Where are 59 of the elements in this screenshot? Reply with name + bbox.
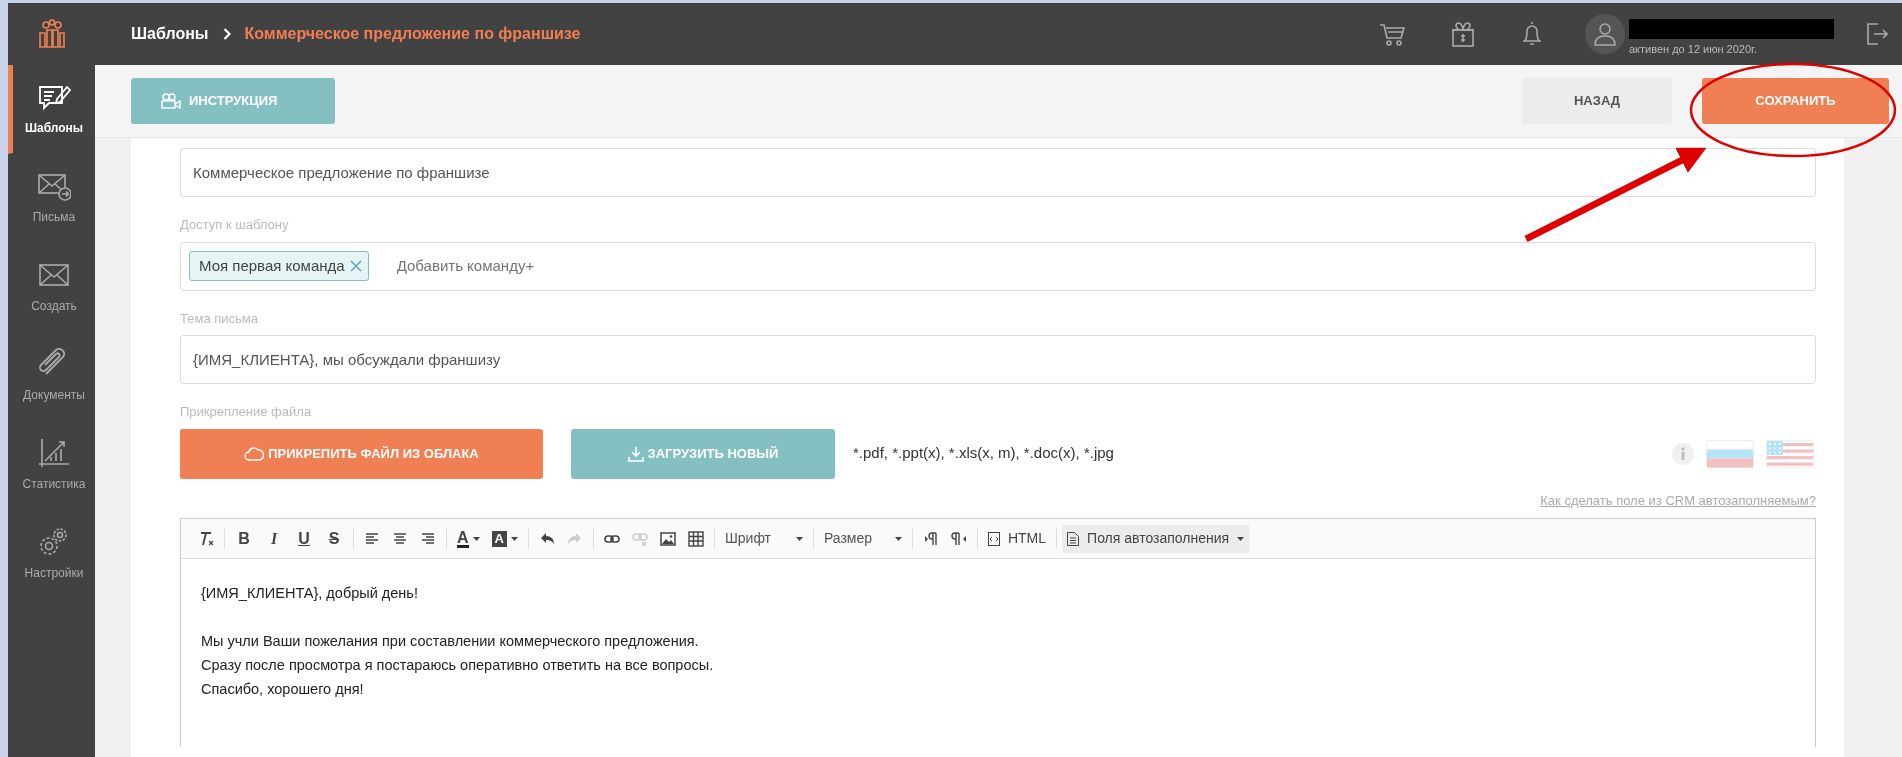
align-right-icon [420, 530, 436, 547]
caret-icon [1237, 536, 1245, 541]
field-label: Прикрепление файла [180, 403, 313, 421]
background-color-button[interactable]: A [486, 524, 523, 553]
team-tag: Моя первая команда [189, 250, 369, 282]
chart-icon [37, 437, 71, 469]
text-ltr-icon [922, 530, 939, 547]
avatar-icon[interactable] [1585, 14, 1625, 54]
align-center-icon [392, 530, 408, 547]
table-icon [687, 530, 704, 547]
body-text-line: {ИМЯ_КЛИЕНТА}, добрый день! [201, 584, 419, 603]
field-label: Доступ к шаблону [180, 216, 290, 234]
subject-field[interactable]: {ИМЯ_КЛИЕНТА}, мы обсуждали франшизу [180, 335, 1816, 384]
video-camera-icon [161, 93, 181, 109]
body-text-line: Сразу после просмотра я постараюсь оперативно ответить на все вопросы. [201, 656, 715, 675]
html-button[interactable]: HTML [982, 524, 1052, 553]
template-name-field[interactable]: Коммерческое предложение по франшизе [180, 148, 1816, 197]
code-icon [987, 531, 1000, 546]
text-rtl-icon [950, 530, 967, 547]
caret-icon [510, 536, 518, 541]
format-button[interactable]: B [230, 524, 258, 553]
body-text-line: Мы учли Ваши пожелания при составлении коммерческого предложения. [201, 632, 700, 651]
subscription-text: активен до 12 июн 2020г. [1629, 41, 1758, 57]
format-button[interactable]: I [260, 524, 288, 553]
gift-icon[interactable] [1451, 21, 1475, 47]
sidebar-item[interactable]: Статистика [8, 421, 95, 510]
close-icon[interactable] [349, 260, 362, 272]
sidebar-item[interactable]: Письма [8, 154, 95, 243]
back-button[interactable]: НАЗАД [1522, 78, 1672, 124]
format-button[interactable]: S [320, 524, 348, 553]
breadcrumb-item: Коммерческое предложение по франшизе [244, 24, 581, 44]
logo-icon [36, 19, 67, 49]
chevron-icon [222, 28, 231, 40]
sidebar-item[interactable]: Настройки [8, 510, 95, 599]
text-color-button[interactable]: A [452, 524, 485, 553]
editor-select[interactable]: Шрифт [719, 524, 808, 553]
align-left-icon [364, 530, 380, 547]
format-button[interactable]: U [290, 524, 318, 553]
document-icon [1067, 531, 1080, 546]
file-formats-text: *.pdf, *.ppt(x), *.xls(x, m), *.doc(x), *.jpg [853, 443, 1114, 464]
logout-icon[interactable] [1866, 22, 1888, 46]
sidebar-item[interactable]: Документы [8, 332, 95, 421]
download-icon [627, 445, 644, 462]
cloud-icon [244, 446, 265, 461]
cart-icon[interactable] [1379, 22, 1405, 46]
unlink-icon [631, 530, 648, 547]
editor-select[interactable]: Размер [818, 524, 907, 553]
caret-icon [894, 536, 902, 541]
team-access-field[interactable]: Моя первая команда Добавить команду+ [180, 241, 1816, 291]
image-icon [659, 530, 676, 547]
field-label: Тема письма [180, 309, 259, 328]
breadcrumb-item[interactable]: Шаблоны [131, 22, 209, 46]
body-text-line: Спасибо, хорошего дня! [201, 680, 365, 699]
caret-icon [472, 536, 480, 541]
autofill-menu-button[interactable]: Поля автозаполнения [1062, 524, 1250, 553]
bell-icon[interactable] [1521, 21, 1543, 47]
caret-icon [795, 536, 803, 541]
sidebar-item[interactable]: Создать [8, 243, 95, 332]
clear-format-icon [198, 530, 214, 547]
